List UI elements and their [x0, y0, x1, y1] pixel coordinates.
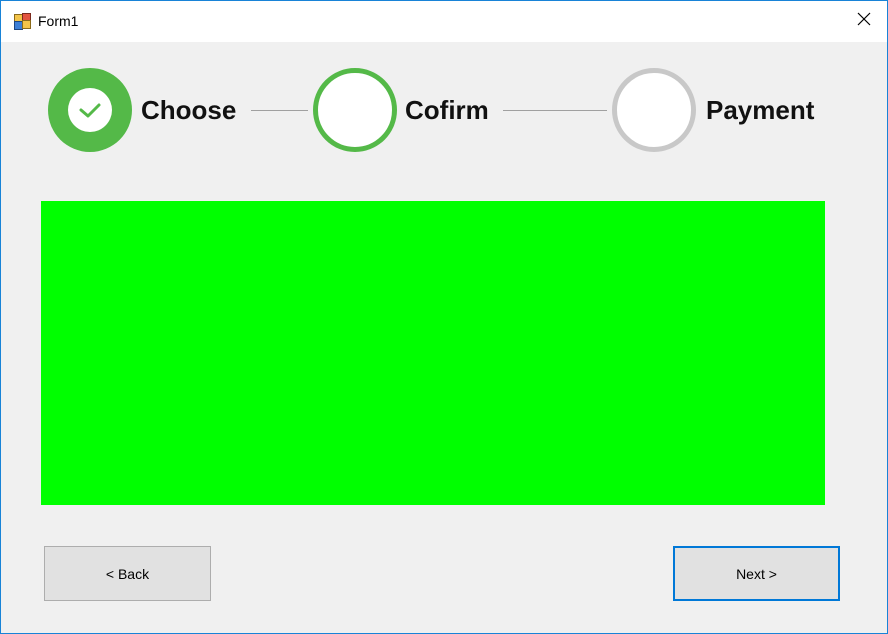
- step-payment-label: Payment: [706, 95, 815, 125]
- step-choose-indicator: [48, 68, 132, 152]
- step-confirm-indicator: [313, 68, 397, 152]
- close-icon: [857, 12, 871, 31]
- step-content-panel: [41, 201, 825, 505]
- close-button[interactable]: [841, 1, 887, 42]
- form-client-area: Choose Cofirm Payment < Back Next >: [1, 42, 887, 633]
- checkmark-icon: [78, 100, 102, 125]
- next-button[interactable]: Next >: [673, 546, 840, 601]
- title-bar[interactable]: Form1: [1, 1, 887, 42]
- app-icon: [14, 13, 31, 30]
- back-button[interactable]: < Back: [44, 546, 211, 601]
- step-connector: [251, 110, 308, 111]
- step-choose-label: Choose: [141, 95, 237, 125]
- step-connector: [503, 110, 607, 111]
- step-payment-indicator: [612, 68, 696, 152]
- window-title: Form1: [38, 13, 79, 29]
- step-confirm-label: Cofirm: [405, 95, 489, 125]
- app-window: Form1 Choose Cofirm Payment < Back Next …: [0, 0, 888, 634]
